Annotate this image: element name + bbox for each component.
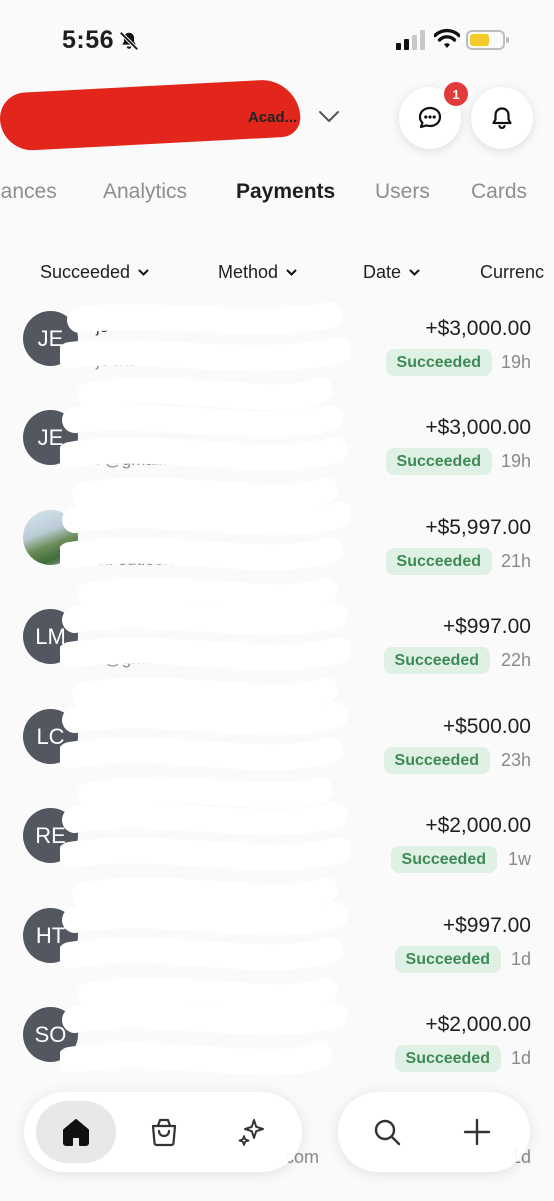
- payment-amount: +$997.00: [442, 615, 531, 638]
- payment-amount: +$2,000.00: [425, 1013, 531, 1036]
- customer-email: .com: [96, 848, 133, 867]
- avatar: SO: [23, 1007, 78, 1062]
- payment-row[interactable]: LC +$500.00 Succeeded 23h: [0, 703, 554, 803]
- status-badge: Succeeded: [385, 548, 492, 575]
- app-header: Acad... 1: [0, 78, 554, 160]
- status-time: 5:56: [62, 26, 115, 54]
- chevron-down-icon: [286, 269, 297, 276]
- filter-currency[interactable]: Currenc: [480, 262, 544, 283]
- filter-date[interactable]: Date: [363, 262, 420, 283]
- payment-time: 23h: [500, 750, 531, 770]
- payment-amount: +$3,000.00: [425, 416, 531, 439]
- bell-icon: [492, 107, 512, 129]
- payment-row[interactable]: HT +$997.00 Succeeded 1d: [0, 902, 554, 1002]
- payment-row[interactable]: eli outlook.com +$5,997.00 Succeeded 21h: [0, 504, 554, 604]
- payment-time: 21h: [500, 551, 531, 571]
- search-icon: [374, 1119, 401, 1146]
- customer-email: eli outlook.com: [96, 550, 210, 569]
- filter-status[interactable]: Succeeded: [40, 262, 149, 283]
- status-badge: Succeeded: [394, 946, 501, 973]
- payment-amount: +$5,997.00: [425, 516, 531, 539]
- filter-label: Date: [363, 262, 402, 282]
- status-badge: Succeeded: [390, 846, 497, 873]
- signal-icon: [396, 30, 425, 50]
- payment-row[interactable]: JE i @gmail.... +$3,000.00 Succeeded 19h: [0, 404, 554, 504]
- search-button[interactable]: [366, 1111, 408, 1153]
- payment-time: 1w: [507, 849, 531, 869]
- customer-email: l @gmail.com: [96, 649, 200, 668]
- tab-bar: lances Analytics Payments Users Cards: [0, 180, 554, 214]
- filter-bar: Succeeded Method Date Currenc: [0, 262, 554, 292]
- avatar-photo: [23, 510, 78, 565]
- message-icon: [418, 106, 442, 129]
- nav-home-button[interactable]: [36, 1101, 116, 1163]
- chevron-down-icon: [138, 269, 149, 276]
- avatar: HT: [23, 908, 78, 963]
- messages-badge: 1: [442, 80, 470, 108]
- status-badge: Succeeded: [383, 747, 490, 774]
- status-badge: Succeeded: [385, 349, 492, 376]
- payment-amount: +$997.00: [442, 914, 531, 937]
- nav-shop-button[interactable]: [143, 1111, 185, 1153]
- status-badge: Succeeded: [394, 1045, 501, 1072]
- chevron-down-icon: [409, 269, 420, 276]
- avatar: LC: [23, 709, 78, 764]
- mute-icon: [119, 31, 139, 51]
- filter-method[interactable]: Method: [218, 262, 297, 283]
- tab-analytics[interactable]: Analytics: [103, 180, 187, 204]
- payment-row[interactable]: SO alc mail.com +$2,000.00 Succeeded 1d: [0, 1001, 554, 1101]
- plus-icon: [463, 1118, 491, 1146]
- filter-label: Method: [218, 262, 279, 282]
- brand-switcher-label[interactable]: Acad...: [248, 109, 297, 126]
- tab-balances[interactable]: lances: [0, 180, 57, 204]
- payment-amount: +$500.00: [442, 715, 531, 738]
- filter-label: Currenc: [480, 262, 545, 282]
- tab-payments[interactable]: Payments: [236, 180, 335, 204]
- avatar: JE: [23, 410, 78, 465]
- status-bar: 5:56: [0, 0, 554, 80]
- add-button[interactable]: [456, 1111, 498, 1153]
- customer-email: je mail....: [96, 351, 165, 370]
- payment-row[interactable]: JE je je mail.... +$3,000.00 Succeeded 1…: [0, 305, 554, 405]
- avatar: JE: [23, 311, 78, 366]
- payment-time: 22h: [500, 650, 531, 670]
- tab-users[interactable]: Users: [375, 180, 430, 204]
- wifi-icon: [434, 28, 460, 48]
- payment-amount: +$2,000.00: [425, 814, 531, 837]
- home-icon: [63, 1119, 89, 1146]
- bag-icon: [151, 1118, 177, 1147]
- payment-time: 1d: [510, 1048, 531, 1068]
- filter-label: Succeeded: [40, 262, 131, 282]
- payment-row[interactable]: RE .com +$2,000.00 Succeeded 1w: [0, 802, 554, 902]
- payment-row[interactable]: LM l @gmail.com +$997.00 Succeeded 22h: [0, 603, 554, 703]
- avatar: LM: [23, 609, 78, 664]
- battery-icon: [466, 30, 509, 50]
- payment-time: 19h: [500, 451, 531, 471]
- status-badge: Succeeded: [385, 448, 492, 475]
- payment-time: 1d: [510, 949, 531, 969]
- tab-cards[interactable]: Cards: [471, 180, 527, 204]
- sparkle-icon: [238, 1119, 264, 1146]
- chevron-down-icon[interactable]: [318, 110, 340, 124]
- payment-time: 19h: [500, 352, 531, 372]
- customer-email: alc mail.com: [96, 1047, 191, 1066]
- customer-name: je: [96, 319, 109, 336]
- payment-amount: +$3,000.00: [425, 317, 531, 340]
- status-badge: Succeeded: [383, 647, 490, 674]
- nav-ai-button[interactable]: [231, 1111, 273, 1153]
- notifications-button[interactable]: [471, 87, 533, 149]
- customer-email: i @gmail....: [96, 450, 182, 469]
- avatar: RE: [23, 808, 78, 863]
